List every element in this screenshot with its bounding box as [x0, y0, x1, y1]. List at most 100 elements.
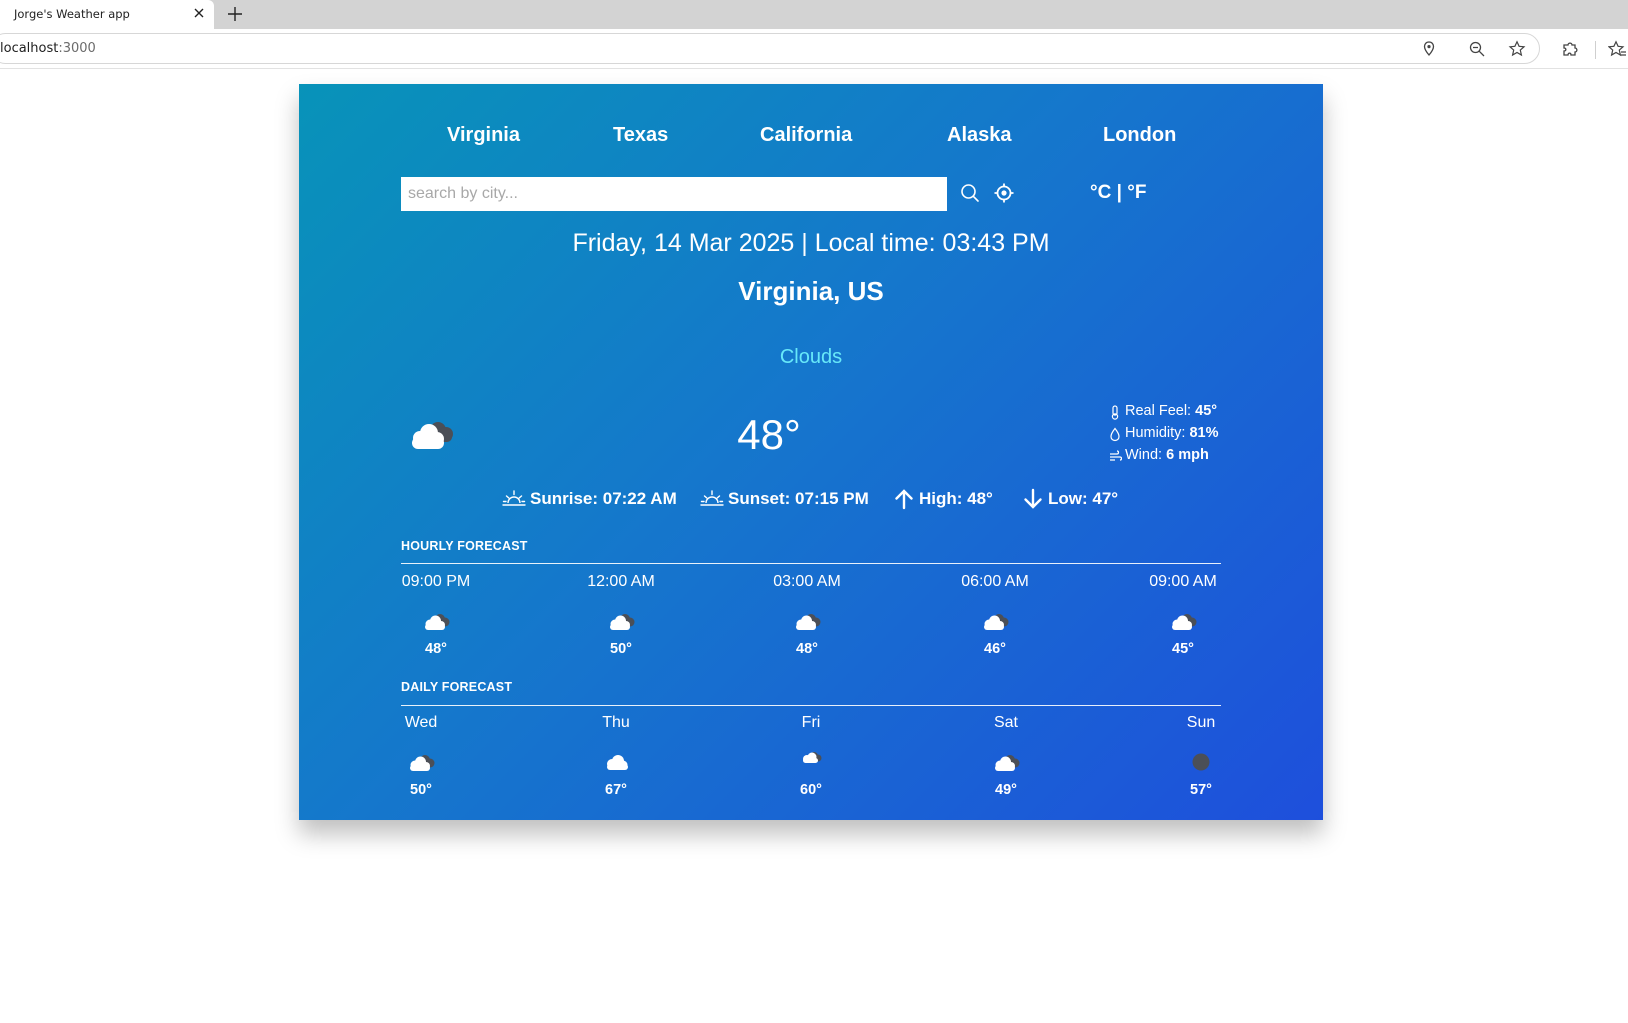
star-icon[interactable]	[1508, 40, 1526, 58]
forecast-time: 03:00 AM	[773, 573, 841, 590]
forecast-temp: 50°	[610, 641, 632, 657]
celsius-button[interactable]: °C	[1090, 182, 1111, 203]
zoom-out-icon[interactable]	[1468, 40, 1486, 58]
forecast-temp: 67°	[605, 782, 627, 798]
broken-clouds-icon	[796, 614, 821, 630]
daily-forecast-item: Wed 50°	[366, 714, 476, 804]
fahrenheit-button[interactable]: °F	[1127, 182, 1146, 203]
forecast-time: 12:00 AM	[587, 573, 655, 590]
arrow-down-icon	[1024, 488, 1042, 509]
forecast-day: Thu	[602, 714, 630, 731]
small-clouds-icon	[803, 752, 822, 763]
city-button-california[interactable]: California	[760, 124, 852, 147]
url-port: :3000	[58, 41, 96, 56]
forecast-day: Wed	[404, 714, 438, 731]
forecast-day: Sat	[993, 714, 1018, 731]
daily-forecast-item: Sun 57°	[1146, 714, 1256, 804]
sunrise-icon	[502, 490, 526, 506]
broken-clouds-icon	[984, 614, 1009, 630]
forecast-time: 09:00 PM	[401, 573, 471, 590]
detail-real-feel: Real Feel: 45°	[1109, 402, 1299, 424]
sun-and-range-row: Sunrise: 07:22 AM Sunset: 07:15 PM High:…	[299, 486, 1323, 512]
sunrise-text: Sunrise: 07:22 AM	[530, 489, 677, 508]
wind-icon	[1110, 450, 1122, 461]
hourly-forecast-item: 09:00 AM 45°	[1128, 573, 1238, 663]
address-bar[interactable]	[0, 33, 1540, 64]
real-feel-label: Real Feel:	[1125, 403, 1192, 419]
wind-label: Wind:	[1125, 447, 1163, 463]
broken-clouds-icon	[1172, 614, 1197, 630]
low-text: Low: 47°	[1048, 489, 1119, 508]
broken-clouds-icon	[410, 755, 435, 771]
high-text: High: 48°	[919, 489, 993, 508]
humidity-label: Humidity:	[1125, 425, 1186, 441]
city-button-alaska[interactable]: Alaska	[947, 124, 1012, 147]
search-input[interactable]	[401, 177, 947, 211]
forecast-temp: 60°	[800, 782, 822, 798]
city-button-texas[interactable]: Texas	[613, 124, 668, 147]
toolbar-separator	[1595, 41, 1596, 59]
daily-forecast-list: Wed 50° Thu 67° Fri 60° Sat 49° Sun 57°	[401, 714, 1221, 804]
daily-divider	[401, 705, 1221, 706]
hourly-forecast-item: 12:00 AM 50°	[566, 573, 676, 663]
hourly-divider	[401, 563, 1221, 564]
local-datetime: Friday, 14 Mar 2025 | Local time: 03:43 …	[572, 229, 1050, 257]
forecast-temp: 45°	[1172, 641, 1194, 657]
broken-clouds-icon	[412, 422, 453, 449]
weather-condition: Clouds	[779, 346, 843, 368]
daily-forecast-item: Sat 49°	[951, 714, 1061, 804]
daily-forecast-item: Thu 67°	[561, 714, 671, 804]
forecast-time: 09:00 AM	[1149, 573, 1217, 590]
favorites-icon[interactable]	[1608, 40, 1626, 58]
location-title: Virginia, US	[738, 276, 884, 306]
forecast-temp: 50°	[410, 782, 432, 798]
extensions-icon[interactable]	[1561, 40, 1579, 58]
forecast-temp: 46°	[984, 641, 1006, 657]
hourly-forecast-item: 03:00 AM 48°	[752, 573, 862, 663]
plus-icon[interactable]	[226, 5, 244, 23]
wind-value: 6 mph	[1166, 447, 1209, 463]
droplet-icon	[1110, 427, 1120, 442]
forecast-temp: 48°	[425, 641, 447, 657]
hourly-forecast-item: 09:00 PM 48°	[381, 573, 491, 663]
forecast-day: Fri	[801, 714, 821, 731]
forecast-day: Sun	[1186, 714, 1216, 731]
current-temperature: 48°	[737, 411, 801, 458]
forecast-temp: 49°	[995, 782, 1017, 798]
broken-clouds-icon	[425, 614, 450, 630]
location-icon[interactable]	[993, 182, 1015, 204]
forecast-time: 06:00 AM	[961, 573, 1029, 590]
hourly-forecast-list: 09:00 PM 48° 12:00 AM 50° 03:00 AM 48° 0…	[401, 573, 1221, 663]
overcast-dot-icon	[1192, 753, 1210, 771]
broken-clouds-icon	[610, 614, 635, 630]
detail-wind: Wind: 6 mph	[1109, 446, 1299, 468]
cloud-icon	[607, 755, 628, 770]
thermometer-icon	[1111, 405, 1119, 420]
detail-humidity: Humidity: 81%	[1109, 424, 1299, 446]
unit-separator: |	[1116, 182, 1122, 203]
humidity-value: 81%	[1189, 425, 1219, 441]
city-button-london[interactable]: London	[1103, 124, 1176, 147]
search-icon[interactable]	[959, 182, 981, 204]
real-feel-value: 45°	[1195, 403, 1218, 419]
forecast-temp: 57°	[1190, 782, 1212, 798]
url-host: localhost	[0, 41, 59, 56]
close-icon[interactable]	[191, 5, 207, 21]
weather-card: Virginia Texas California Alaska London …	[299, 84, 1323, 820]
weather-details: Real Feel: 45° Humidity: 81% Wind: 6 mph	[1109, 402, 1299, 468]
city-buttons: Virginia Texas California Alaska London	[299, 124, 1323, 154]
browser-tab[interactable]: Jorge's Weather app	[0, 0, 214, 29]
sunset-icon	[700, 490, 724, 506]
sunset-text: Sunset: 07:15 PM	[728, 489, 869, 508]
tab-title: Jorge's Weather app	[14, 7, 130, 21]
location-pin-icon[interactable]	[1420, 40, 1438, 58]
daily-forecast-item: Fri 60°	[756, 714, 866, 804]
browser-toolbar: localhost:3000	[0, 29, 1628, 69]
address-text[interactable]: localhost:3000	[0, 41, 96, 56]
browser-tabbar: Jorge's Weather app	[0, 0, 1628, 29]
city-button-virginia[interactable]: Virginia	[447, 124, 520, 147]
unit-toggle: °C | °F	[1090, 182, 1146, 204]
daily-forecast-title: DAILY FORECAST	[401, 680, 513, 694]
forecast-temp: 48°	[796, 641, 818, 657]
arrow-up-icon	[895, 489, 913, 510]
